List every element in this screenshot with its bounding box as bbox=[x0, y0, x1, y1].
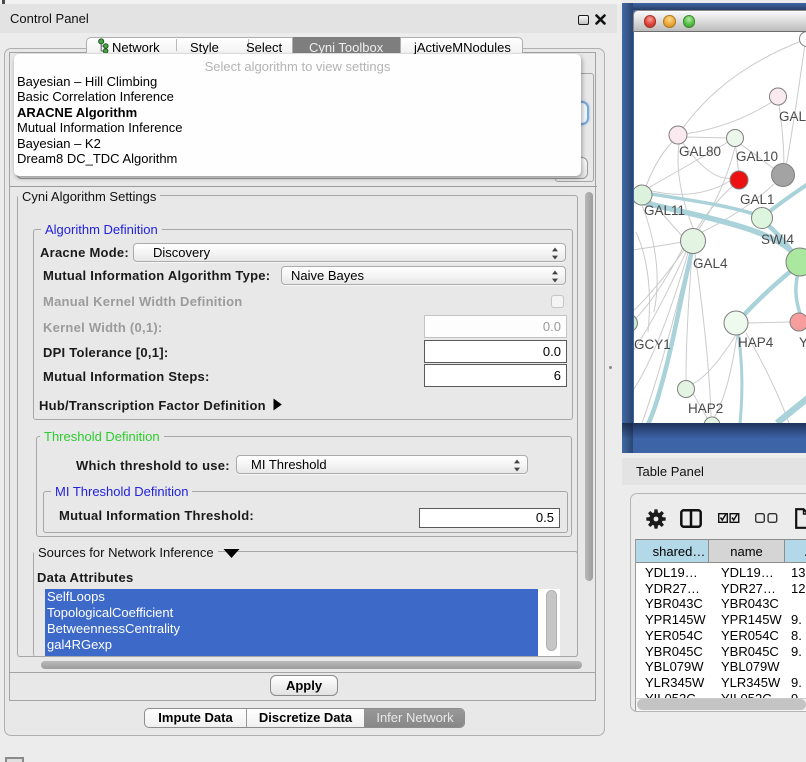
svg-text:HAP2: HAP2 bbox=[688, 401, 723, 416]
svg-text:GAL1: GAL1 bbox=[740, 192, 775, 207]
svg-text:GAL4: GAL4 bbox=[693, 256, 728, 271]
svg-text:GAL80: GAL80 bbox=[679, 144, 721, 159]
svg-text:YE: YE bbox=[799, 335, 806, 350]
svg-text:GAL10: GAL10 bbox=[736, 149, 778, 164]
svg-text:GAL2: GAL2 bbox=[779, 109, 806, 124]
svg-text:HAP4: HAP4 bbox=[738, 335, 774, 350]
svg-text:GCY1: GCY1 bbox=[634, 337, 671, 352]
svg-text:SWI4: SWI4 bbox=[761, 232, 794, 247]
svg-text:GAL11: GAL11 bbox=[644, 203, 685, 218]
